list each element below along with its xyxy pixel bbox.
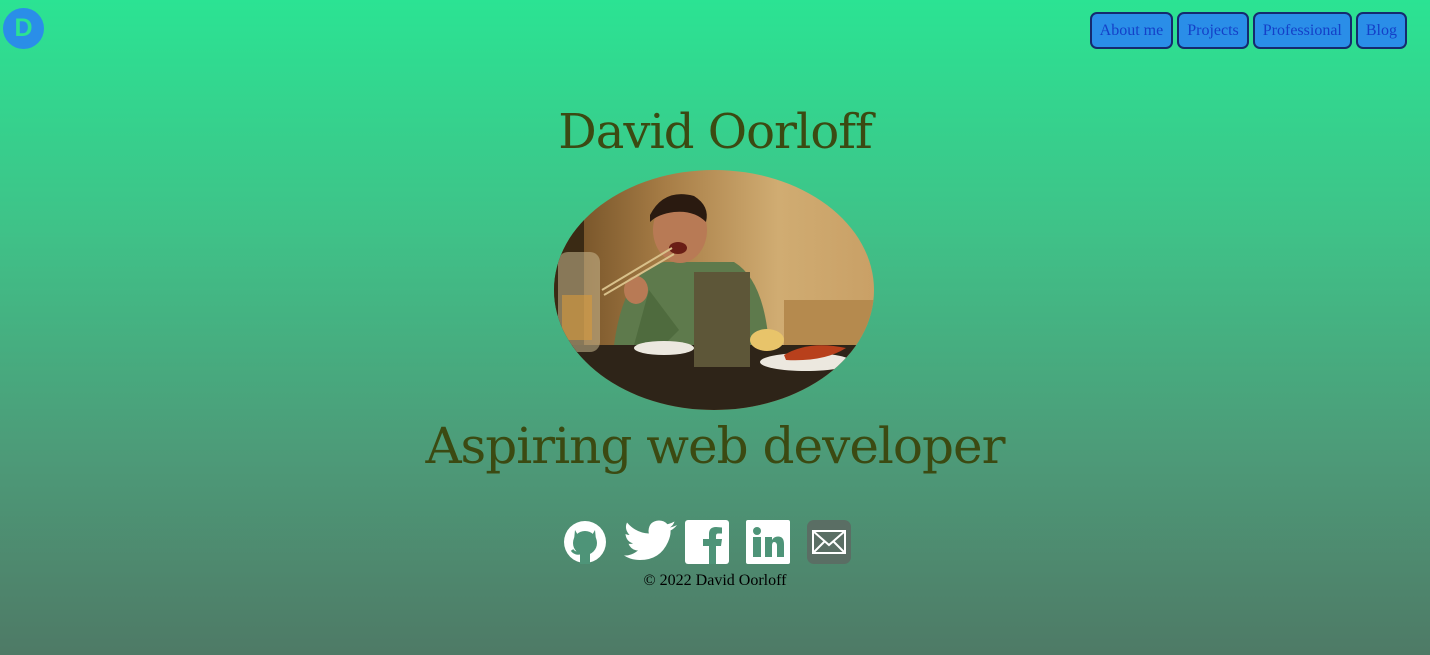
linkedin-icon[interactable] — [746, 520, 790, 564]
profile-photo — [554, 170, 874, 410]
nav-blog-button[interactable]: Blog — [1355, 12, 1407, 49]
nav-about-me-button[interactable]: About me — [1089, 12, 1174, 49]
github-icon[interactable] — [563, 520, 607, 564]
nav-professional-button[interactable]: Professional — [1252, 12, 1352, 49]
twitter-icon[interactable] — [624, 520, 677, 564]
site-logo[interactable]: D — [3, 8, 44, 49]
email-icon[interactable] — [807, 520, 851, 564]
nav-projects-button[interactable]: Projects — [1177, 12, 1249, 49]
social-links — [563, 520, 851, 564]
facebook-icon[interactable] — [685, 520, 729, 564]
page-title: David Oorloff — [558, 104, 873, 160]
page-subtitle: Aspiring web developer — [425, 417, 1005, 475]
main-nav: About me Projects Professional Blog — [1089, 12, 1407, 49]
footer-copyright: © 2022 David Oorloff — [643, 572, 787, 589]
